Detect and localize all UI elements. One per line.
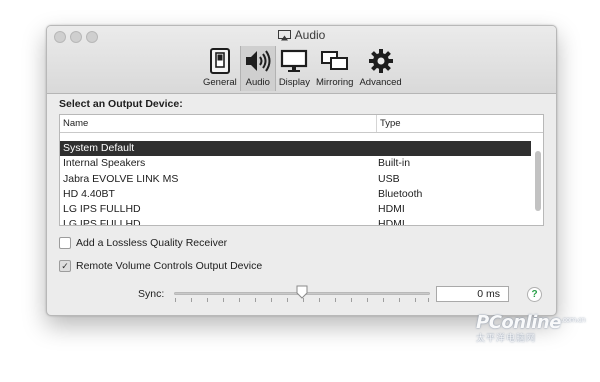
mirroring-icon — [320, 46, 350, 76]
watermark-brand: PConline — [476, 312, 561, 333]
tab-mirroring-label: Mirroring — [315, 77, 354, 88]
airplay-audio-icon — [277, 30, 291, 44]
remote-volume-label: Remote Volume Controls Output Device — [76, 260, 263, 272]
tab-advanced[interactable]: Advanced — [356, 46, 404, 91]
watermark-brand-line: PConline.com.cn — [476, 312, 586, 333]
general-switch-icon — [209, 46, 231, 76]
slider-tick — [239, 298, 240, 302]
device-type: HDMI — [378, 203, 405, 216]
checkmark-icon: ✓ — [61, 261, 69, 271]
help-button[interactable]: ? — [527, 287, 542, 302]
remote-volume-checkbox[interactable]: ✓ — [59, 260, 71, 272]
table-row[interactable]: LG IPS FULLHD HDMI — [60, 217, 531, 226]
slider-tick — [335, 298, 336, 302]
device-type: Bluetooth — [378, 187, 423, 200]
tab-display[interactable]: Display — [276, 46, 313, 91]
tab-advanced-label: Advanced — [359, 77, 402, 88]
slider-tick — [367, 298, 368, 302]
remote-volume-option[interactable]: ✓ Remote Volume Controls Output Device — [59, 260, 262, 272]
table-row[interactable]: System Default — [60, 141, 531, 157]
slider-tick — [175, 298, 176, 302]
device-type: Built-in — [378, 157, 411, 170]
slider-tick — [319, 298, 320, 302]
slider-tick — [191, 298, 192, 302]
output-device-table[interactable]: Name Type System Default Internal Speake… — [59, 114, 544, 226]
tab-display-label: Display — [278, 77, 310, 88]
help-icon: ? — [531, 289, 538, 300]
device-name: LG IPS FULLHD — [63, 203, 141, 216]
lossless-checkbox[interactable] — [59, 237, 71, 249]
audio-preferences-window: Audio General Audio Display Mirroring Ad… — [46, 25, 557, 316]
table-header: Name Type — [60, 115, 543, 133]
slider-tick — [255, 298, 256, 302]
device-name: Jabra EVOLVE LINK MS — [63, 172, 179, 185]
tab-audio-label: Audio — [245, 77, 270, 88]
device-type: USB — [378, 172, 400, 185]
device-name: System Default — [63, 142, 135, 154]
slider-tick — [383, 298, 384, 302]
slider-tick — [415, 298, 416, 302]
tab-general-label: General — [203, 77, 237, 88]
watermark-domain: .com.cn — [560, 316, 586, 324]
device-name: HD 4.40BT — [63, 187, 115, 200]
tab-general[interactable]: General — [200, 46, 240, 91]
slider-tick — [207, 298, 208, 302]
preference-tabs: General Audio Display Mirroring Advanced — [200, 46, 405, 92]
lossless-label: Add a Lossless Quality Receiver — [76, 237, 228, 249]
sync-value-field[interactable]: 0 ms — [436, 286, 509, 302]
device-type: HDMI — [378, 218, 405, 226]
lossless-receiver-option[interactable]: Add a Lossless Quality Receiver — [59, 237, 227, 249]
table-scrollbar[interactable] — [535, 151, 541, 211]
sync-slider[interactable] — [174, 285, 430, 305]
window-title: Audio — [47, 28, 556, 44]
device-name: Internal Speakers — [63, 157, 146, 170]
slider-tick — [287, 298, 288, 302]
column-header-name[interactable]: Name — [60, 115, 377, 132]
slider-tick — [351, 298, 352, 302]
slider-tick — [428, 298, 429, 302]
column-header-type[interactable]: Type — [377, 115, 543, 132]
slider-tick — [271, 298, 272, 302]
sync-label: Sync: — [138, 288, 165, 300]
table-row[interactable]: Jabra EVOLVE LINK MS USB — [60, 172, 531, 187]
pconline-watermark: PConline.com.cn 太平洋电脑网 — [476, 312, 586, 344]
monitor-icon — [280, 46, 308, 76]
window-title-text: Audio — [294, 28, 326, 42]
table-row[interactable]: LG IPS FULLHD HDMI — [60, 202, 531, 217]
table-row[interactable]: Internal Speakers Built-in — [60, 156, 531, 171]
gear-icon — [368, 46, 394, 76]
speaker-icon — [244, 46, 272, 76]
title-toolbar: Audio General Audio Display Mirroring Ad… — [47, 26, 556, 94]
device-type — [378, 141, 531, 156]
slider-tick — [223, 298, 224, 302]
table-row[interactable]: HD 4.40BT Bluetooth — [60, 187, 531, 202]
tab-audio[interactable]: Audio — [239, 46, 276, 91]
tab-mirroring[interactable]: Mirroring — [313, 46, 356, 91]
slider-tick — [399, 298, 400, 302]
device-name: LG IPS FULLHD — [63, 218, 141, 226]
slider-thumb[interactable] — [296, 285, 308, 299]
output-section-title: Select an Output Device: — [59, 98, 183, 110]
device-list: System Default Internal Speakers Built-i… — [60, 141, 531, 226]
